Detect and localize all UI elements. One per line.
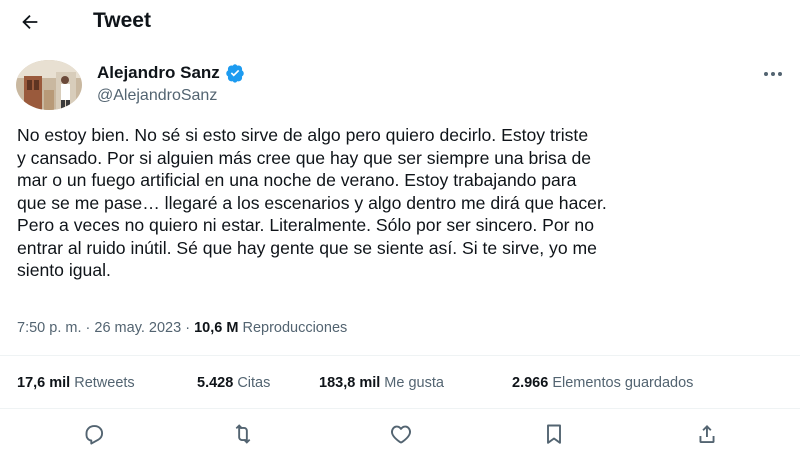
author-handle[interactable]: @AlejandroSanz — [97, 86, 217, 106]
views-count: 10,6 M — [194, 320, 239, 336]
tweet-text: No estoy bien. No sé si esto sirve de al… — [17, 125, 607, 280]
like-icon — [391, 425, 411, 444]
tweet-date[interactable]: 26 may. 2023 — [94, 320, 181, 336]
retweet-icon — [235, 424, 251, 444]
meta-separator: · — [85, 320, 91, 336]
retweets-label: Retweets — [74, 375, 135, 391]
like-button[interactable] — [387, 421, 415, 447]
back-button[interactable] — [14, 6, 46, 38]
divider — [0, 408, 800, 409]
author-name: Alejandro Sanz — [97, 63, 220, 82]
reply-button[interactable] — [80, 421, 108, 447]
avatar[interactable] — [16, 60, 82, 110]
bookmarks-stat[interactable]: 2.966 Elementos guardados — [512, 373, 693, 393]
share-icon — [699, 425, 715, 443]
meta-separator: · — [185, 320, 191, 336]
bookmarks-count: 2.966 — [512, 375, 549, 391]
retweets-count: 17,6 mil — [17, 375, 71, 391]
reply-icon — [85, 425, 104, 445]
bookmark-icon — [547, 424, 561, 444]
page-title: Tweet — [93, 9, 151, 32]
more-options-button[interactable] — [756, 60, 790, 88]
quotes-count: 5.428 — [197, 375, 234, 391]
avatar-image — [16, 60, 82, 110]
likes-count: 183,8 mil — [319, 375, 381, 391]
divider — [0, 355, 800, 356]
likes-stat[interactable]: 183,8 mil Me gusta — [319, 373, 444, 393]
arrow-left-icon — [22, 14, 38, 30]
share-button[interactable] — [693, 421, 721, 447]
stats-row: 17,6 mil Retweets 5.428 Citas 183,8 mil … — [0, 373, 800, 395]
retweet-button[interactable] — [229, 421, 257, 447]
tweet-time[interactable]: 7:50 p. m. — [17, 320, 81, 336]
tweet-meta: 7:50 p. m. · 26 may. 2023 · 10,6 M Repro… — [17, 318, 347, 338]
header: Tweet — [0, 0, 800, 44]
bookmark-button[interactable] — [540, 421, 568, 447]
retweets-stat[interactable]: 17,6 mil Retweets — [17, 373, 135, 393]
likes-label: Me gusta — [384, 375, 444, 391]
views-label: Reproducciones — [242, 320, 348, 336]
more-horizontal-icon — [764, 72, 782, 76]
quotes-label: Citas — [237, 375, 271, 391]
bookmarks-label: Elementos guardados — [552, 375, 694, 391]
author-name-row[interactable]: Alejandro Sanz — [97, 62, 245, 84]
quotes-stat[interactable]: 5.428 Citas — [197, 373, 270, 393]
verified-badge-icon — [226, 64, 244, 83]
